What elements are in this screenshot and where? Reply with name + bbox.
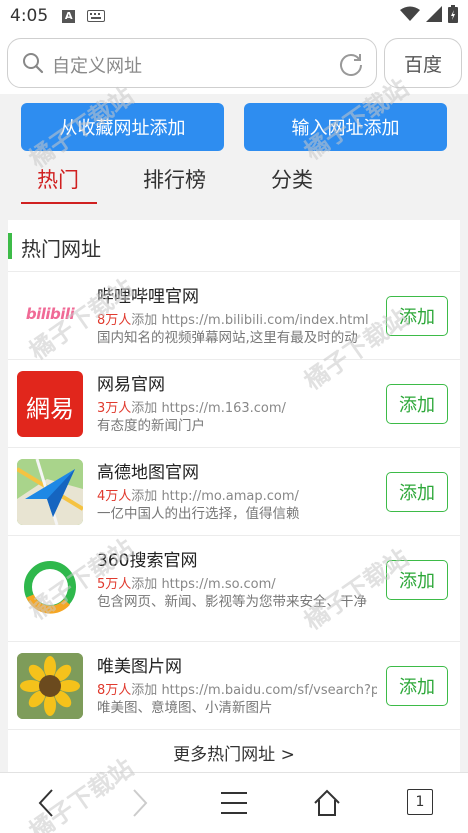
a-notification-icon: A <box>62 9 76 23</box>
active-tab-indicator <box>21 202 97 204</box>
tab-count: 1 <box>415 794 425 810</box>
tab-ranking[interactable]: 排行榜 <box>143 164 206 194</box>
added-label: 添加 <box>131 313 158 328</box>
bottom-navigation: 1 <box>0 772 468 833</box>
site-url: https://m.163.com/ <box>161 401 286 416</box>
search-placeholder: 自定义网址 <box>52 56 142 77</box>
tab-category[interactable]: 分类 <box>271 164 313 194</box>
site-description: 唯美图、意境图、小清新图片 <box>97 700 273 716</box>
more-hot-sites-link[interactable]: 更多热门网址 > <box>8 740 460 765</box>
add-button[interactable]: 添加 <box>386 384 448 424</box>
site-url: https://m.so.com/ <box>161 577 276 592</box>
site-name: 网易官网 <box>97 375 165 395</box>
netease-logo-text: 網易 <box>26 395 74 423</box>
site-row-amap[interactable]: 高德地图官网 4万人添加 http://mo.amap.com/ 一亿中国人的出… <box>8 448 460 536</box>
site-url: http://mo.amap.com/ <box>161 489 299 504</box>
refresh-icon[interactable] <box>338 51 364 77</box>
site-name: 360搜索官网 <box>97 551 198 571</box>
category-tabs: 热门 排行榜 分类 <box>0 164 468 206</box>
site-name: 唯美图片网 <box>97 657 182 677</box>
wifi-icon <box>400 6 420 26</box>
signal-icon <box>426 6 442 26</box>
added-label: 添加 <box>131 577 158 592</box>
add-button[interactable]: 添加 <box>386 296 448 336</box>
site-description: 有态度的新闻门户 <box>97 418 205 434</box>
site-description: 国内知名的视频弹幕网站,这里有最及时的动 <box>97 330 358 346</box>
tabs-icon[interactable]: 1 <box>407 789 433 815</box>
site-description: 包含网页、新闻、影视等为您带来安全、干净 <box>97 594 367 610</box>
section-title: 热门网址 <box>21 237 101 261</box>
netease-logo-icon: 網易 <box>17 371 83 437</box>
keyboard-icon <box>87 7 106 26</box>
add-button[interactable]: 添加 <box>386 472 448 512</box>
site-url: https://m.bilibili.com/index.html <box>161 313 369 328</box>
site-row-weimei[interactable]: 唯美图片网 8万人添加 https://m.baidu.com/sf/vsear… <box>8 642 460 730</box>
battery-charging-icon <box>448 5 458 27</box>
amap-logo-icon <box>17 459 83 525</box>
added-label: 添加 <box>131 489 158 504</box>
search-engine-button[interactable]: 百度 <box>384 38 462 88</box>
site-row-netease[interactable]: 網易 网易官网 3万人添加 https://m.163.com/ 有态度的新闻门… <box>8 360 460 448</box>
user-count: 4万人 <box>97 489 132 504</box>
search-bar: 自定义网址 百度 <box>0 32 468 94</box>
site-name: 高德地图官网 <box>97 463 199 483</box>
add-button[interactable]: 添加 <box>386 666 448 706</box>
add-from-favorites-button[interactable]: 从收藏网址添加 <box>21 103 224 151</box>
site-meta: 8万人添加 https://m.baidu.com/sf/vsearch?pd= <box>97 679 377 698</box>
added-label: 添加 <box>131 683 158 698</box>
user-count: 8万人 <box>97 313 132 328</box>
search-input[interactable]: 自定义网址 <box>7 38 377 88</box>
site-meta: 8万人添加 https://m.bilibili.com/index.html <box>97 309 377 328</box>
site-url: https://m.baidu.com/sf/vsearch?pd= <box>161 683 377 698</box>
add-button[interactable]: 添加 <box>386 560 448 600</box>
so360-logo-icon <box>17 554 83 620</box>
site-meta: 5万人添加 https://m.so.com/ <box>97 573 377 592</box>
site-row-bilibili[interactable]: bilibili 哔哩哔哩官网 8万人添加 https://m.bilibili… <box>8 272 460 360</box>
sunflower-logo-icon <box>17 653 83 719</box>
user-count: 3万人 <box>97 401 132 416</box>
home-icon[interactable] <box>313 787 341 823</box>
section-accent-bar <box>8 233 12 259</box>
site-meta: 4万人添加 http://mo.amap.com/ <box>97 485 377 504</box>
search-icon <box>22 52 44 74</box>
section-header: 热门网址 <box>8 220 460 272</box>
add-by-input-button[interactable]: 输入网址添加 <box>244 103 447 151</box>
bilibili-logo-text: bilibili <box>25 305 75 323</box>
site-meta: 3万人添加 https://m.163.com/ <box>97 397 377 416</box>
site-name: 哔哩哔哩官网 <box>97 287 199 307</box>
site-description: 一亿中国人的出行选择，值得信赖 <box>97 506 300 522</box>
forward-icon[interactable] <box>128 787 152 823</box>
menu-icon[interactable] <box>220 787 248 823</box>
bilibili-logo-icon: bilibili <box>17 283 83 349</box>
add-actions: 从收藏网址添加 输入网址添加 <box>0 103 468 151</box>
status-bar: 4:05 A <box>0 0 468 32</box>
user-count: 8万人 <box>97 683 132 698</box>
user-count: 5万人 <box>97 577 132 592</box>
status-time: 4:05 <box>10 6 49 26</box>
site-row-360[interactable]: 360搜索官网 5万人添加 https://m.so.com/ 包含网页、新闻、… <box>8 536 460 642</box>
back-icon[interactable] <box>34 787 58 823</box>
hot-sites-card: 热门网址 bilibili 哔哩哔哩官网 8万人添加 https://m.bil… <box>8 220 460 780</box>
tab-hot[interactable]: 热门 <box>37 164 79 194</box>
added-label: 添加 <box>131 401 158 416</box>
